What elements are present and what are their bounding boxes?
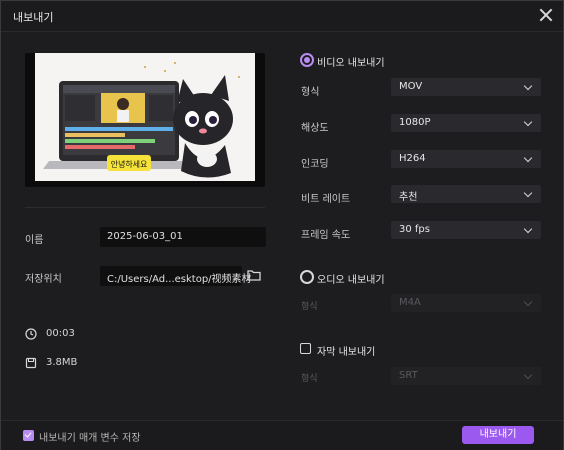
remember-settings-label: 내보내기 매개 변수 저장 <box>39 433 141 444</box>
subtitle-format-label: 형식 <box>301 374 318 384</box>
format-label: 형식 <box>301 87 320 98</box>
encoding-value: H264 <box>399 153 426 164</box>
bitrate-label: 비트 레이트 <box>301 194 351 205</box>
export-dialog: 내보내기 안녕하세요 이름 2025-06-03_01 저장위치 C:/User… <box>0 0 564 450</box>
location-label: 저장위치 <box>25 274 62 285</box>
preview-illustration: 안녕하세요 <box>35 53 255 181</box>
audio-format-select[interactable]: M4A <box>391 294 541 312</box>
resolution-label: 해상도 <box>301 123 329 134</box>
video-export-label: 비디오 내보내기 <box>317 58 385 69</box>
location-value: C:/Users/Ad...esktop/视频素材 <box>107 274 252 285</box>
subtitle-format-value: SRT <box>399 370 418 381</box>
export-button[interactable]: 내보내기 <box>462 426 534 444</box>
close-icon[interactable] <box>537 6 555 24</box>
audio-export-label: 오디오 내보내기 <box>317 275 385 286</box>
name-input[interactable]: 2025-06-03_01 <box>100 227 266 247</box>
chevron-down-icon <box>523 117 533 127</box>
file-size-icon <box>25 357 37 369</box>
location-input[interactable]: C:/Users/Ad...esktop/视频素材 <box>100 266 252 286</box>
title-bar: 내보내기 <box>1 1 563 32</box>
folder-icon[interactable] <box>247 269 261 281</box>
framerate-value: 30 fps <box>399 224 430 235</box>
dialog-title: 내보내기 <box>13 11 54 24</box>
name-label: 이름 <box>25 235 44 246</box>
audio-format-label: 형식 <box>301 302 318 312</box>
chevron-down-icon <box>523 224 533 234</box>
bitrate-value: 추천 <box>399 192 418 203</box>
file-size-value: 3.8MB <box>46 357 78 368</box>
subtitle-export-label: 자막 내보내기 <box>317 347 376 358</box>
resolution-select[interactable]: 1080P <box>391 114 541 132</box>
resolution-value: 1080P <box>399 117 431 128</box>
video-preview: 안녕하세요 <box>25 53 265 187</box>
format-value: MOV <box>399 81 423 92</box>
video-export-radio[interactable] <box>300 53 314 67</box>
left-divider <box>25 207 265 208</box>
audio-format-value: M4A <box>399 297 421 308</box>
subtitle-format-select[interactable]: SRT <box>391 367 541 385</box>
name-value: 2025-06-03_01 <box>107 231 183 242</box>
preview-caption: 안녕하세요 <box>111 159 148 169</box>
framerate-select[interactable]: 30 fps <box>391 221 541 239</box>
duration-value: 00:03 <box>46 328 75 339</box>
audio-export-radio[interactable] <box>300 270 314 284</box>
bitrate-select[interactable]: 추천 <box>391 185 541 203</box>
chevron-down-icon <box>523 297 533 307</box>
chevron-down-icon <box>523 153 533 163</box>
remember-settings-checkbox[interactable] <box>23 430 34 441</box>
subtitle-export-checkbox[interactable] <box>300 343 311 354</box>
framerate-label: 프레임 속도 <box>301 230 351 241</box>
chevron-down-icon <box>523 81 533 91</box>
chevron-down-icon <box>523 188 533 198</box>
clock-icon <box>25 328 37 340</box>
format-select[interactable]: MOV <box>391 78 541 96</box>
chevron-down-icon <box>523 370 533 380</box>
encoding-select[interactable]: H264 <box>391 150 541 168</box>
encoding-label: 인코딩 <box>301 159 329 170</box>
